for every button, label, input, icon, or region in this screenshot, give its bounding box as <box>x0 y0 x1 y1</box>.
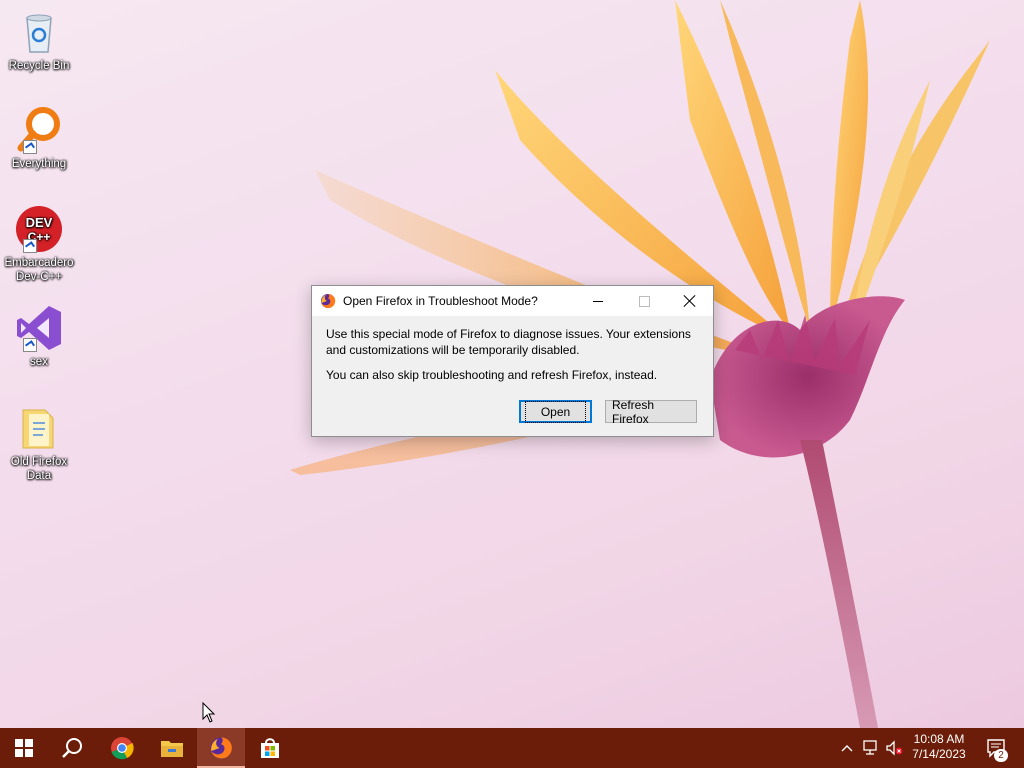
minimize-button[interactable] <box>575 286 621 316</box>
microsoft-store-icon <box>261 738 279 758</box>
dialog-message-primary: Use this special mode of Firefox to diag… <box>326 327 691 357</box>
mouse-cursor-icon <box>202 702 216 723</box>
shortcut-arrow-icon <box>23 140 37 154</box>
firefox-icon <box>210 737 232 759</box>
system-clock[interactable]: 10:08 AM 7/14/2023 <box>906 732 972 762</box>
windows-logo-icon <box>15 739 33 757</box>
open-button-label: Open <box>524 400 587 423</box>
desktop-icon-everything[interactable]: Everything <box>4 106 74 171</box>
devcpp-icon: DEV C++ <box>15 205 63 253</box>
refresh-firefox-button-label: Refresh Firefox <box>612 397 655 426</box>
file-explorer-icon <box>161 741 183 757</box>
clock-date: 7/14/2023 <box>912 747 966 761</box>
desktop-icon-label: Everything <box>11 158 67 170</box>
troubleshoot-mode-dialog: Open Firefox in Troubleshoot Mode? Use t… <box>311 285 714 437</box>
desktop-icon-label: Recycle Bin <box>8 60 70 72</box>
maximize-icon <box>638 295 650 307</box>
dialog-title: Open Firefox in Troubleshoot Mode? <box>343 294 538 308</box>
dialog-body: Use this special mode of Firefox to diag… <box>312 316 713 383</box>
desktop-icon-label: sex <box>30 356 48 368</box>
notification-count-badge: 2 <box>994 749 1008 762</box>
dialog-message-secondary: You can also skip troubleshooting and re… <box>326 368 658 382</box>
volume-button[interactable] <box>884 728 906 768</box>
show-hidden-icons-button[interactable] <box>836 728 858 768</box>
folder-icon <box>15 404 63 452</box>
action-center-button[interactable]: 2 <box>976 728 1016 768</box>
refresh-firefox-button[interactable]: Refresh Firefox <box>605 397 697 426</box>
network-icon <box>863 740 877 755</box>
volume-muted-icon <box>886 740 903 756</box>
start-button[interactable] <box>0 728 48 768</box>
taskbar: 10:08 AM 7/14/2023 2 <box>0 728 1024 768</box>
maximize-button[interactable] <box>621 286 667 316</box>
clock-time: 10:08 AM <box>913 732 965 746</box>
recycle-bin-icon <box>15 8 63 56</box>
minimize-icon <box>593 300 603 302</box>
everything-search-icon <box>15 106 63 154</box>
taskbar-firefox[interactable] <box>197 728 245 768</box>
taskbar-microsoft-store[interactable] <box>246 728 294 768</box>
desktop-icon-label: Embarcadero Dev-C++ <box>4 257 74 283</box>
close-icon <box>684 295 696 307</box>
taskbar-chrome[interactable] <box>98 728 146 768</box>
desktop-icon-visual-studio[interactable]: sex <box>4 304 74 369</box>
dialog-buttons: Open Refresh Firefox <box>519 397 697 426</box>
taskbar-file-explorer[interactable] <box>148 728 196 768</box>
close-button[interactable] <box>667 286 713 316</box>
open-button[interactable]: Open <box>519 400 592 423</box>
search-icon <box>62 738 82 758</box>
desktop-icon-recycle-bin[interactable]: Recycle Bin <box>4 8 74 73</box>
chevron-up-icon <box>841 745 853 752</box>
dialog-titlebar[interactable]: Open Firefox in Troubleshoot Mode? <box>312 286 713 316</box>
desktop-icon-devcpp[interactable]: DEV C++ Embarcadero Dev-C++ <box>4 205 74 284</box>
desktop-icon-old-firefox-data[interactable]: Old Firefox Data <box>4 404 74 483</box>
shortcut-arrow-icon <box>23 338 37 352</box>
desktop-icon-label: Old Firefox Data <box>10 456 68 482</box>
svg-text:DEV: DEV <box>26 215 53 230</box>
network-button[interactable] <box>860 728 882 768</box>
search-button[interactable] <box>48 728 96 768</box>
shortcut-arrow-icon <box>23 239 37 253</box>
visual-studio-icon <box>15 304 63 352</box>
chrome-icon <box>111 737 134 760</box>
firefox-icon <box>321 293 336 308</box>
